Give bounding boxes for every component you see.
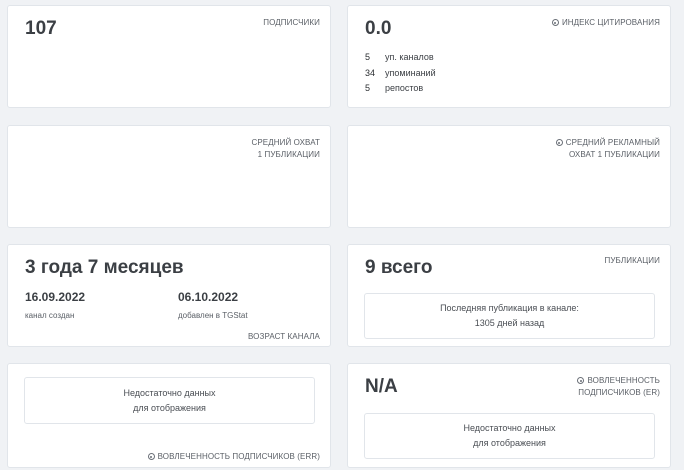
- last-publication-box: Последняя публикация в канале: 1305 дней…: [364, 293, 655, 339]
- citation-row-num: 5: [365, 52, 371, 62]
- citation-row-mentions: 34 упоминаний: [365, 68, 436, 78]
- err-nodata-box: Недостаточно данных для отображения: [24, 377, 315, 424]
- er-card: N/A ВОВЛЕЧЕННОСТЬ ПОДПИСЧИКОВ (ER) Недос…: [347, 363, 671, 468]
- added-date: 06.10.2022: [178, 290, 239, 304]
- citation-row-num: 34: [365, 68, 376, 78]
- err-nodata-line2: для отображения: [133, 402, 206, 413]
- publications-label: ПУБЛИКАЦИИ: [604, 256, 660, 265]
- citation-label: ИНДЕКС ЦИТИРОВАНИЯ: [551, 17, 660, 29]
- citation-row-num: 5: [365, 83, 371, 93]
- citation-row-text: упоминаний: [385, 68, 436, 78]
- avg-ad-reach-card: СРЕДНИЙ РЕКЛАМНЫЙ ОХВАТ 1 ПУБЛИКАЦИИ: [347, 125, 671, 228]
- channel-age-label: ВОЗРАСТ КАНАЛА: [248, 332, 320, 341]
- er-nodata-line1: Недостаточно данных: [463, 423, 556, 433]
- citation-row-text: репостов: [385, 83, 424, 93]
- avg-reach-label: СРЕДНИЙ ОХВАТ 1 ПУБЛИКАЦИИ: [251, 137, 320, 161]
- created-date: 16.09.2022: [25, 290, 86, 304]
- last-publication-line2: 1305 дней назад: [474, 318, 545, 328]
- avg-ad-reach-label: СРЕДНИЙ РЕКЛАМНЫЙ ОХВАТ 1 ПУБЛИКАЦИИ: [555, 137, 660, 161]
- subscribers-value: 107: [25, 18, 57, 39]
- er-nodata-line2: для отображения: [473, 438, 546, 448]
- channel-age-value: 3 года 7 месяцев: [25, 257, 184, 278]
- avg-reach-label-line1: СРЕДНИЙ ОХВАТ: [251, 138, 320, 147]
- err-label-text: ВОВЛЕЧЕННОСТЬ ПОДПИСЧИКОВ (ERR): [157, 452, 320, 461]
- info-icon[interactable]: [577, 377, 585, 384]
- added-caption: добавлен в TGStat: [178, 311, 248, 320]
- er-nodata-box: Недостаточно данных для отображения: [364, 413, 655, 459]
- avg-ad-reach-label-line1: СРЕДНИЙ РЕКЛАМНЫЙ: [565, 138, 660, 147]
- citation-row-reposts: 5 репостов: [365, 83, 423, 93]
- publications-card: 9 всего ПУБЛИКАЦИИ Последняя публикация …: [347, 244, 671, 347]
- citation-label-text: ИНДЕКС ЦИТИРОВАНИЯ: [561, 18, 660, 27]
- avg-ad-reach-label-line2: ОХВАТ 1 ПУБЛИКАЦИИ: [568, 150, 660, 159]
- last-publication-line1: Последняя публикация в канале:: [440, 303, 579, 313]
- err-card: Недостаточно данных для отображения ВОВЛ…: [7, 363, 331, 468]
- er-label-line2: ПОДПИСЧИКОВ (ER): [578, 388, 660, 397]
- err-nodata-line1: Недостаточно данных: [123, 387, 216, 398]
- publications-value: 9 всего: [365, 257, 433, 278]
- er-label: ВОВЛЕЧЕННОСТЬ ПОДПИСЧИКОВ (ER): [577, 375, 660, 399]
- avg-reach-card: СРЕДНИЙ ОХВАТ 1 ПУБЛИКАЦИИ: [7, 125, 331, 228]
- er-value: N/A: [365, 376, 398, 397]
- err-label: ВОВЛЕЧЕННОСТЬ ПОДПИСЧИКОВ (ERR): [147, 451, 320, 463]
- er-label-line1: ВОВЛЕЧЕННОСТЬ: [587, 376, 660, 385]
- info-icon[interactable]: [147, 453, 155, 460]
- created-caption: канал создан: [25, 311, 75, 320]
- citation-row-text: уп. каналов: [385, 52, 434, 62]
- citation-card: 0.0 ИНДЕКС ЦИТИРОВАНИЯ 5 уп. каналов 34 уп…: [347, 5, 671, 108]
- channel-age-card: 3 года 7 месяцев 16.09.2022 канал создан…: [7, 244, 331, 347]
- subscribers-label: ПОДПИСЧИКИ: [263, 18, 320, 27]
- info-icon[interactable]: [551, 19, 559, 26]
- avg-reach-label-line2: 1 ПУБЛИКАЦИИ: [257, 150, 320, 159]
- citation-row-channels: 5 уп. каналов: [365, 52, 434, 62]
- subscribers-card: 107 ПОДПИСЧИКИ: [7, 5, 331, 108]
- citation-value: 0.0: [365, 18, 392, 39]
- info-icon[interactable]: [555, 139, 563, 146]
